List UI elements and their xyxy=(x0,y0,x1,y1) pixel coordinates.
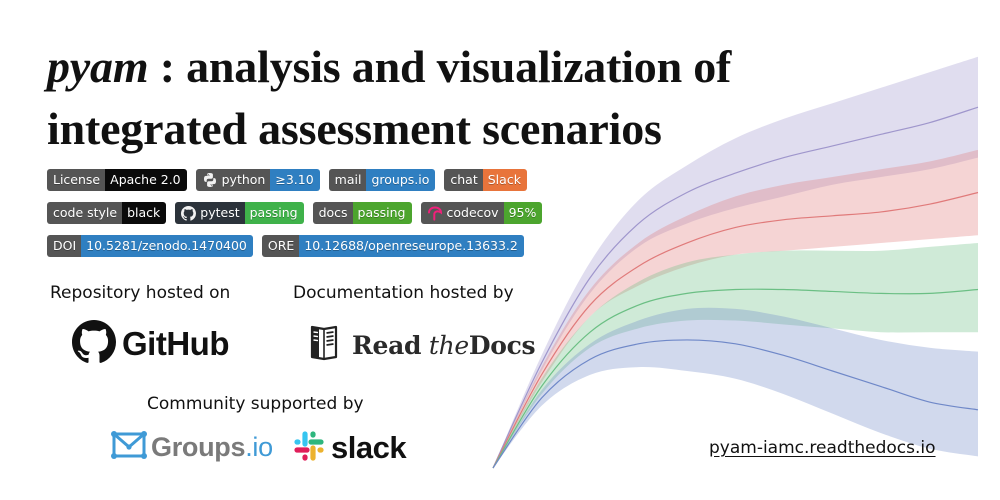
documentation-label: Documentation hosted by xyxy=(293,283,514,303)
badge-label: codecov xyxy=(446,205,499,220)
badge-value: passing xyxy=(244,202,304,224)
slack-wordmark: slack xyxy=(331,430,407,465)
badge-value: 10.12688/openreseurope.13633.2 xyxy=(299,235,524,257)
badge-value: 95% xyxy=(503,202,543,224)
badge-value: Slack xyxy=(482,169,527,191)
badge-label: python xyxy=(221,172,266,187)
python-badge[interactable]: python ≥3.10 xyxy=(195,169,320,191)
badge-label: pytest xyxy=(200,205,240,220)
badge-value: groups.io xyxy=(366,169,436,191)
github-icon xyxy=(72,320,116,368)
badge-row-2: code style black pytest passing docs pas… xyxy=(47,202,543,224)
groupsio-logo-link[interactable]: Groups.io xyxy=(111,430,273,464)
doi-badge[interactable]: DOI 10.5281/zenodo.1470400 xyxy=(47,235,253,257)
codecov-badge[interactable]: codecov 95% xyxy=(420,202,543,224)
badge-label: code style xyxy=(47,202,123,224)
badge-label: License xyxy=(47,169,106,191)
badge-row-1: License Apache 2.0 python ≥3.10 mail gro… xyxy=(47,169,527,191)
badge-label-wrap: pytest xyxy=(175,202,245,224)
title-line-1-rest: analysis and visualization of xyxy=(186,41,732,92)
groupsio-wordmark: Groups.io xyxy=(151,432,273,463)
badge-value: black xyxy=(122,202,167,224)
badge-label: chat xyxy=(444,169,483,191)
wordmark-read: Read xyxy=(352,330,422,360)
pytest-badge[interactable]: pytest passing xyxy=(175,202,304,224)
badge-label: mail xyxy=(328,169,367,191)
mail-envelope-icon xyxy=(111,430,147,464)
badge-value: 10.5281/zenodo.1470400 xyxy=(81,235,253,257)
community-label: Community supported by xyxy=(147,394,364,414)
wordmark-groups: Groups xyxy=(151,431,246,462)
license-badge[interactable]: License Apache 2.0 xyxy=(47,169,187,191)
title-line-1: pyam : analysis and visualization of xyxy=(47,36,731,98)
wordmark-io: .io xyxy=(245,431,273,462)
github-wordmark: GitHub xyxy=(122,325,229,362)
github-logo-link[interactable]: GitHub xyxy=(72,320,229,368)
book-icon xyxy=(310,324,338,366)
title-separator: : xyxy=(148,41,187,92)
badge-label: ORE xyxy=(261,235,300,257)
slack-logo-link[interactable]: slack xyxy=(293,430,407,466)
readthedocs-wordmark: Read theDocs xyxy=(352,330,536,360)
wordmark-the: the xyxy=(428,330,469,360)
badge-value: passing xyxy=(352,202,412,224)
badge-value: Apache 2.0 xyxy=(105,169,187,191)
badge-value: ≥3.10 xyxy=(270,169,320,191)
title-line-2: integrated assessment scenarios xyxy=(47,103,662,154)
slack-icon xyxy=(293,430,325,466)
badge-row-3: DOI 10.5281/zenodo.1470400 ORE 10.12688/… xyxy=(47,235,524,257)
wordmark-docs: Docs xyxy=(468,330,536,360)
ore-badge[interactable]: ORE 10.12688/openreseurope.13633.2 xyxy=(261,235,524,257)
badge-label: docs xyxy=(312,202,353,224)
docs-url-link[interactable]: pyam-iamc.readthedocs.io xyxy=(709,438,936,458)
badge-label-wrap: codecov xyxy=(420,202,504,224)
package-name: pyam xyxy=(47,41,149,92)
github-icon xyxy=(181,205,197,221)
mail-badge[interactable]: mail groups.io xyxy=(328,169,436,191)
code-style-badge[interactable]: code style black xyxy=(47,202,167,224)
badge-label-wrap: python xyxy=(195,169,271,191)
docs-badge[interactable]: docs passing xyxy=(312,202,412,224)
badge-label: DOI xyxy=(47,235,82,257)
readthedocs-logo-link[interactable]: Read theDocs xyxy=(310,324,536,366)
repository-label: Repository hosted on xyxy=(50,283,231,303)
codecov-icon xyxy=(427,205,443,221)
page-title: pyam : analysis and visualization of int… xyxy=(47,36,731,160)
chat-badge[interactable]: chat Slack xyxy=(444,169,527,191)
python-icon xyxy=(202,172,218,188)
